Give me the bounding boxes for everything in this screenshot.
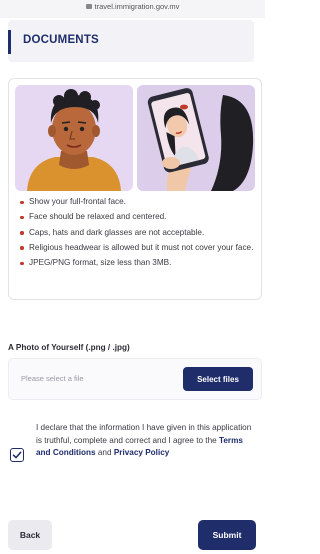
rule-item: Show your full-frontal face.: [17, 197, 257, 208]
man-portrait-illustration: [15, 85, 133, 191]
rule-item: Caps, hats and dark glasses are not acce…: [17, 228, 257, 239]
rule-item: Religious headwear is allowed but it mus…: [17, 243, 257, 254]
select-files-button[interactable]: Select files: [183, 367, 253, 391]
browser-url-bar[interactable]: travel.immigration.gov.mv: [0, 0, 265, 18]
file-upload-field[interactable]: Please select a file Select files: [8, 358, 262, 400]
back-button[interactable]: Back: [8, 520, 52, 550]
file-placeholder: Please select a file: [21, 374, 84, 383]
section-header: DOCUMENTS: [8, 20, 254, 62]
declaration-checkbox[interactable]: [10, 448, 24, 462]
privacy-policy-link[interactable]: Privacy Policy: [114, 448, 170, 457]
photo-rules-list: Show your full-frontal face. Face should…: [17, 197, 257, 273]
lock-icon: [85, 4, 92, 9]
declaration-text: I declare that the information I have gi…: [36, 422, 256, 460]
page-title: DOCUMENTS: [23, 34, 99, 46]
rule-item: Face should be relaxed and centered.: [17, 212, 257, 223]
url-text: travel.immigration.gov.mv: [94, 2, 180, 11]
selfie-phone-illustration: [137, 85, 255, 191]
declaration-and: and: [95, 448, 114, 458]
submit-button[interactable]: Submit: [198, 520, 256, 550]
rule-item: JPEG/PNG format, size less than 3MB.: [17, 258, 257, 269]
photo-guidelines-card: Show your full-frontal face. Face should…: [8, 78, 262, 300]
photo-upload-label: A Photo of Yourself (.png / .jpg): [8, 343, 130, 352]
header-accent-bar: [8, 30, 11, 54]
check-icon: [12, 451, 22, 459]
